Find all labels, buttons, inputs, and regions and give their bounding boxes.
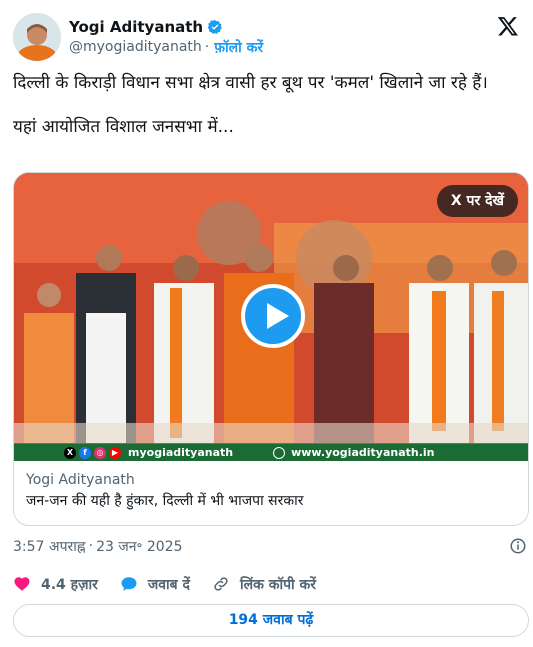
watermark-site-text: www.yogiadityanath.in — [291, 446, 435, 459]
separator: · — [204, 39, 210, 55]
heart-icon — [14, 577, 30, 591]
play-icon[interactable] — [241, 284, 305, 348]
facebook-icon: f — [79, 446, 91, 459]
instagram-icon: ◎ — [94, 446, 106, 459]
timestamp-separator: · — [88, 538, 94, 554]
like-button[interactable]: 4.4 हज़ार — [13, 575, 98, 594]
info-icon[interactable] — [509, 537, 527, 555]
display-name[interactable]: Yogi Adityanath — [69, 18, 203, 36]
action-bar: 4.4 हज़ार जवाब दें लिंक कॉपी करें — [13, 572, 513, 596]
verified-badge-icon — [207, 20, 222, 34]
likes-count: 4.4 हज़ार — [41, 576, 98, 593]
avatar[interactable] — [13, 13, 61, 61]
tweet-text: दिल्ली के किराड़ी विधान सभा क्षेत्र वासी… — [13, 72, 518, 160]
tweet-embed-card: Yogi Adityanath @myogiadityanath · फ़ॉलो… — [0, 0, 533, 647]
tweet-time[interactable]: 3:57 अपराह्न — [13, 537, 86, 556]
watch-on-x-button[interactable]: X पर देखें — [436, 185, 518, 217]
x-social-icon: X — [64, 446, 76, 459]
tweet-line-1: दिल्ली के किराड़ी विधान सभा क्षेत्र वासी… — [13, 73, 488, 93]
video-watermark-strip: X f ◎ ▶ myogiadityanath www.yogiadityana… — [14, 444, 528, 461]
speech-bubble-icon — [121, 577, 137, 591]
copy-link-label: लिंक कॉपी करें — [239, 576, 317, 593]
media-card-footer[interactable]: Yogi Adityanath जन-जन की यही है हुंकार, … — [14, 461, 528, 519]
video-thumbnail[interactable]: X पर देखें X f ◎ ▶ myogiadityanath www.y… — [14, 173, 528, 461]
read-replies-button[interactable]: 194 जवाब पढ़ें — [13, 604, 529, 637]
author-names: Yogi Adityanath @myogiadityanath · फ़ॉलो… — [69, 17, 263, 57]
link-icon — [214, 577, 228, 591]
follow-button[interactable]: फ़ॉलो करें — [214, 38, 263, 57]
media-card[interactable]: X पर देखें X f ◎ ▶ myogiadityanath www.y… — [13, 172, 529, 526]
reply-label: जवाब दें — [147, 576, 190, 593]
timestamp-row: 3:57 अपराह्न · 23 जन॰ 2025 — [13, 536, 527, 556]
card-domain: Yogi Adityanath — [26, 472, 135, 488]
copy-link-button[interactable]: लिंक कॉपी करें — [212, 575, 316, 594]
tweet-date[interactable]: 23 जन॰ 2025 — [96, 537, 182, 556]
tweet-header: Yogi Adityanath @myogiadityanath · फ़ॉलो… — [13, 13, 521, 61]
globe-icon — [273, 446, 286, 459]
watermark-site: www.yogiadityanath.in — [273, 446, 435, 459]
card-title: जन-जन की यही है हुंकार, दिल्ली में भी भा… — [26, 493, 304, 509]
youtube-icon: ▶ — [109, 446, 121, 459]
handle[interactable]: @myogiadityanath — [69, 39, 202, 55]
tweet-line-2: यहां आयोजित विशाल जनसभा में... — [13, 117, 234, 137]
x-logo-icon[interactable] — [497, 15, 519, 37]
social-icons: X f ◎ ▶ — [64, 446, 124, 459]
watermark-handle: myogiadityanath — [128, 446, 234, 459]
reply-button[interactable]: जवाब दें — [120, 575, 190, 594]
